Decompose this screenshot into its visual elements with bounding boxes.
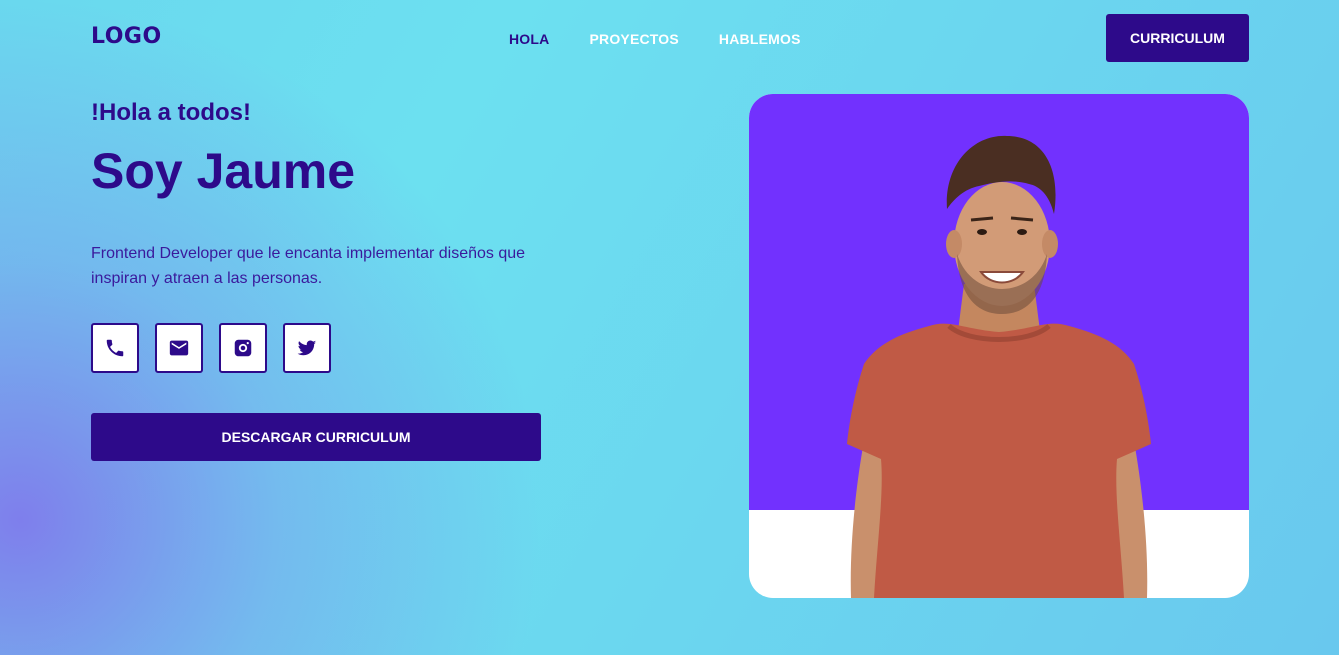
page-title: Soy Jaume: [91, 143, 356, 199]
person-illustration: [847, 135, 1151, 598]
curriculum-button[interactable]: CURRICULUM: [1106, 14, 1249, 62]
instagram-icon: [234, 339, 252, 357]
hero-description: Frontend Developer que le encanta implem…: [91, 245, 526, 287]
nav-link-hablemos[interactable]: HABLEMOS: [719, 31, 801, 47]
nav-link-proyectos[interactable]: PROYECTOS: [589, 31, 678, 47]
email-button[interactable]: [155, 323, 203, 373]
twitter-button[interactable]: [283, 323, 331, 373]
logo[interactable]: LOGO: [91, 24, 162, 49]
profile-photo: [749, 94, 1249, 598]
greeting-text: !Hola a todos!: [91, 99, 251, 126]
main-nav: HOLA PROYECTOS HABLEMOS: [509, 31, 841, 47]
phone-button[interactable]: [91, 323, 139, 373]
instagram-button[interactable]: [219, 323, 267, 373]
twitter-icon: [297, 340, 317, 356]
nav-link-hola[interactable]: HOLA: [509, 31, 549, 47]
download-cv-button[interactable]: DESCARGAR CURRICULUM: [91, 413, 541, 461]
phone-icon: [106, 339, 124, 357]
social-links: [91, 323, 331, 373]
email-icon: [169, 340, 189, 356]
